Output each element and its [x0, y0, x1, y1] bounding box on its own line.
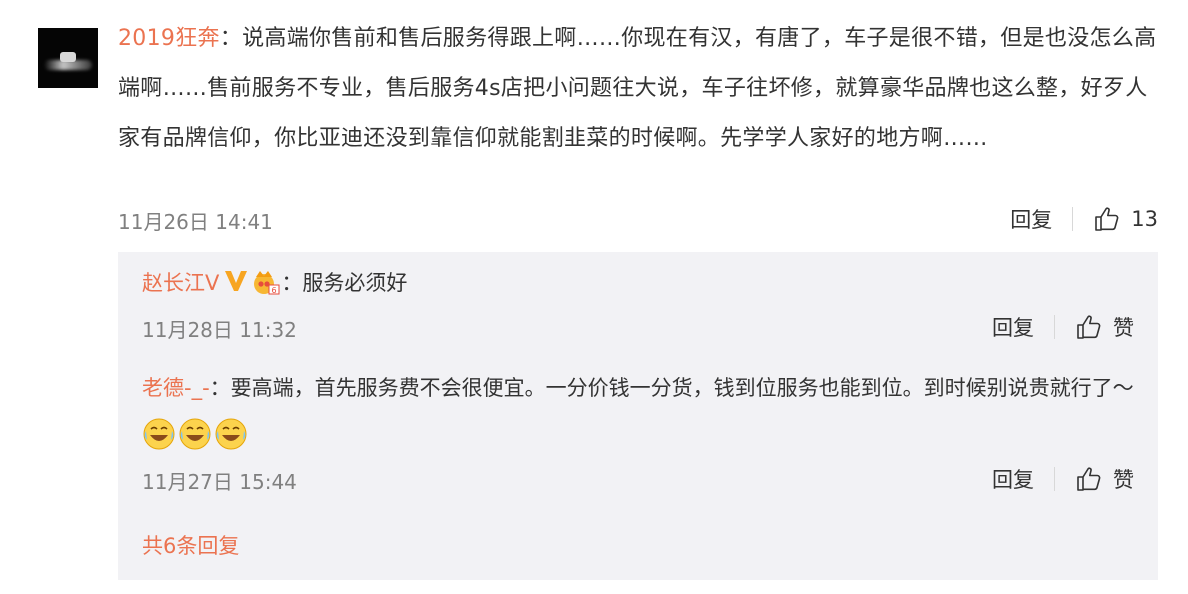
vip-crown-icon: 6	[254, 271, 280, 295]
like-label[interactable]: 赞	[1113, 312, 1134, 342]
comment-text: ：说高端你售前和售后服务得跟上啊……你现在有汉，有唐了，车子是很不错，但是也没怎…	[118, 26, 1157, 151]
laugh-cry-emoji	[215, 418, 247, 450]
comment-time: 11月26日 14:41	[118, 210, 273, 234]
laugh-cry-emoji	[143, 418, 175, 450]
reply-text: ：要高端，首先服务费不会很便宜。一分价钱一分货，钱到位服务也能到位。到时候别说贵…	[209, 376, 1134, 400]
reply-author[interactable]: 老德-_-	[142, 376, 210, 400]
divider	[1054, 467, 1055, 491]
reply-actions: 回复 赞	[992, 464, 1134, 494]
verified-v-icon	[225, 271, 248, 291]
thumb-up-icon[interactable]	[1075, 313, 1103, 341]
thumb-up-icon[interactable]	[1075, 465, 1103, 493]
reply-time: 11月28日 11:32	[142, 318, 297, 342]
comment-author[interactable]: 2019狂奔	[118, 26, 220, 51]
comment-meta: 11月26日 14:41 回复 13	[118, 198, 1158, 242]
reply-author[interactable]: 赵长江V	[142, 271, 219, 295]
svg-text:6: 6	[272, 286, 277, 295]
reply-item: 赵长江V 6 ：服务必须好	[142, 260, 1138, 307]
reply-time: 11月27日 15:44	[142, 470, 297, 494]
user-avatar[interactable]	[38, 28, 98, 88]
divider	[1072, 207, 1074, 231]
reply-button[interactable]: 回复	[992, 312, 1034, 342]
comment-body: 2019狂奔：说高端你售前和售后服务得跟上啊……你现在有汉，有唐了，车子是很不错…	[118, 14, 1163, 164]
like-count: 13	[1131, 207, 1158, 231]
divider	[1054, 315, 1055, 339]
reply-item: 老德-_-：要高端，首先服务费不会很便宜。一分价钱一分货，钱到位服务也能到位。到…	[142, 365, 1138, 459]
comment-actions: 回复 13	[1010, 204, 1158, 234]
reply-actions: 回复 赞	[992, 312, 1134, 342]
reply-button[interactable]: 回复	[992, 464, 1034, 494]
thumb-up-icon[interactable]	[1093, 205, 1121, 233]
laugh-cry-emoji	[179, 418, 211, 450]
like-label[interactable]: 赞	[1113, 464, 1134, 494]
replies-panel: 赵长江V 6 ：服务必须好 11月28日 11:32 回复 赞 老德-_-：要高端，…	[118, 252, 1158, 580]
reply-text: ：服务必须好	[281, 271, 408, 295]
reply-button[interactable]: 回复	[1010, 204, 1052, 234]
more-replies-link[interactable]: 共6条回复	[142, 530, 239, 560]
